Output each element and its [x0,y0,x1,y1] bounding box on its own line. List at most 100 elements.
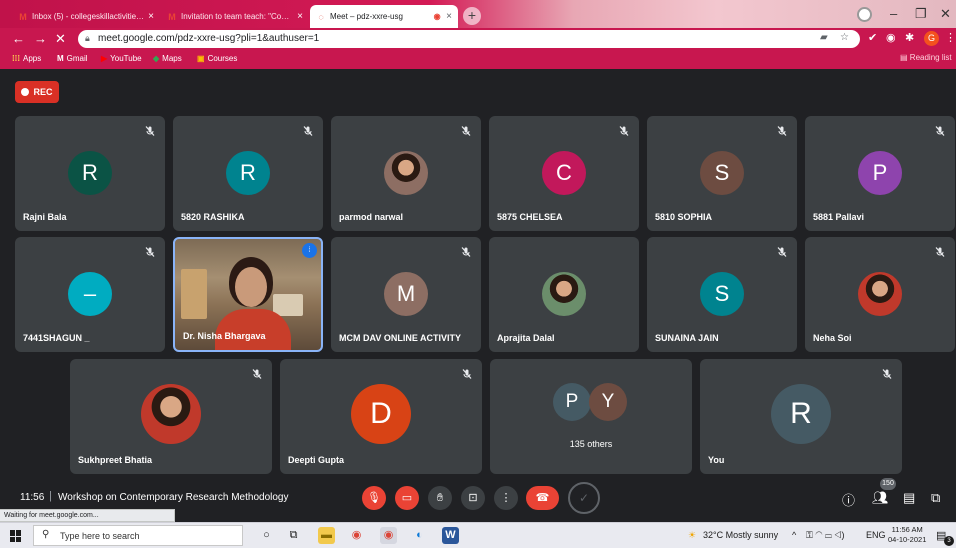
bookmark-youtube[interactable]: ▶ YouTube [101,54,142,63]
language-indicator[interactable]: ENG [866,530,886,540]
reading-list[interactable]: ▤ Reading list [900,53,952,62]
participant-tile[interactable]: – 7441SHAGUN _ [15,237,165,352]
people-icon[interactable]: 👥︎ [872,490,889,506]
taskbar-clock[interactable]: 11:56 AM 04-10-2021 [888,525,926,545]
participant-avatar: C [542,151,586,195]
extension-button[interactable]: ✓ [568,482,600,514]
bookmark-apps[interactable]: ⁞⁞⁞ Apps [12,54,41,63]
hand-icon: ✋︎ [436,492,444,504]
word-icon[interactable]: W [442,527,459,544]
mic-muted-icon [776,124,788,136]
camera-toggle-button[interactable]: ▭ [395,486,419,510]
participant-name: 5881 Pallavi [813,212,865,222]
participant-name: MCM DAV ONLINE ACTIVITY [339,333,461,343]
back-icon[interactable]: ← [12,31,25,47]
participant-tile[interactable]: parmod narwal [331,116,481,231]
edge-icon[interactable]: ◐ [411,527,428,544]
mic-off-icon: 🎙︎ [367,492,381,504]
tab-search-icon[interactable] [857,7,872,22]
recording-indicator[interactable]: REC [15,81,59,103]
bookmark-label: Gmail [66,54,88,63]
activities-icon[interactable]: ⧉ [931,490,940,506]
meeting-title[interactable]: Workshop on Contemporary Research Method… [58,492,289,503]
menu-icon[interactable]: ⋮ [945,31,956,44]
mic-muted-icon [251,367,263,379]
more-vert-icon: ⋮ [500,492,512,504]
close-tab-icon[interactable]: × [446,11,452,22]
participant-tile[interactable]: P 5881 Pallavi [805,116,955,231]
present-screen-button[interactable]: ⊡ [461,486,485,510]
task-view-icon[interactable]: ⧉ [285,527,302,544]
mic-muted-icon [144,245,156,257]
participant-tile[interactable]: S 5810 SOPHIA [647,116,797,231]
extension-icon[interactable]: ✔ [868,31,877,44]
bookmark-label: Maps [162,54,182,63]
lock-icon[interactable]: 🔒︎ [85,33,90,44]
microphone-toggle-button[interactable]: 🎙︎ [362,486,386,510]
participant-tile[interactable]: Sukhpreet Bhatia [70,359,272,474]
mic-muted-icon [934,245,946,257]
taskbar-search-box[interactable]: ⚲ Type here to search [33,525,243,546]
tab-inbox[interactable]: M Inbox (5) - collegeskillactivities@...… [12,5,160,28]
tab-invitation[interactable]: M Invitation to team teach: "Conte... × [161,5,309,28]
participant-avatar: R [226,151,270,195]
participant-tile[interactable]: R Rajni Bala [15,116,165,231]
reading-list-label: Reading list [909,53,952,62]
new-tab-button[interactable]: + [463,7,481,25]
minimize-icon[interactable]: – [890,6,897,21]
show-hidden-icons[interactable]: ^ [792,530,796,540]
others-tile[interactable]: P Y 135 others [490,359,692,474]
address-bar[interactable]: 🔒︎ meet.google.com/pdz-xxre-usg?pli=1&au… [78,30,860,48]
bookmark-label: YouTube [110,54,142,63]
chat-icon[interactable]: ▤ [903,490,915,506]
chrome-icon[interactable]: ◉ [348,527,365,544]
more-options-button[interactable]: ⋮ [494,486,518,510]
participant-tile[interactable]: Aprajita Dalal [489,237,639,352]
close-window-icon[interactable]: ✕ [940,6,951,22]
participant-name: 5875 CHELSEA [497,212,563,222]
other-participant-avatar: P [553,383,591,421]
participant-tile[interactable]: R You [700,359,902,474]
participant-avatar: S [700,272,744,316]
participant-name: Aprajita Dalal [497,333,555,343]
maximize-icon[interactable]: ❐ [915,6,927,22]
participant-photo [141,384,201,444]
tab-meet[interactable]: ◌ Meet – pdz-xxre-usg ◉ × [310,5,458,28]
bookmark-label: Apps [23,54,42,63]
camera-permission-icon[interactable]: ▰ [820,32,828,43]
weather-text[interactable]: 32°C Mostly sunny [703,530,778,540]
bookmark-gmail[interactable]: M Gmail [57,54,88,63]
participant-tile[interactable]: ⁞ Dr. Nisha Bhargava [173,237,323,352]
participant-tile[interactable]: S SUNAINA JAIN [647,237,797,352]
tray-icons[interactable]: ⚿ ◠ ▭ ◁) [806,530,845,541]
cortana-icon[interactable]: ○ [258,527,275,544]
extension-icon[interactable]: ◉ [886,31,896,44]
close-tab-icon[interactable]: × [148,11,154,22]
url-text[interactable]: meet.google.com/pdz-xxre-usg?pli=1&authu… [98,33,319,44]
participant-avatar: D [351,384,411,444]
participant-tile[interactable]: Neha Soi [805,237,955,352]
forward-icon[interactable]: → [34,31,47,47]
close-tab-icon[interactable]: × [297,11,303,22]
apps-grid-icon: ⁞⁞⁞ [12,54,20,63]
leave-call-button[interactable]: ☎︎ [526,486,559,510]
raise-hand-button[interactable]: ✋︎ [428,486,452,510]
file-explorer-icon[interactable]: ▬ [318,527,335,544]
participant-tile[interactable]: C 5875 CHELSEA [489,116,639,231]
participant-tile[interactable]: M MCM DAV ONLINE ACTIVITY [331,237,481,352]
meeting-clock: 11:56 [20,492,45,503]
bookmark-maps[interactable]: ◆ Maps [153,54,182,63]
meeting-details-icon[interactable]: ⓘ [842,490,855,509]
extensions-puzzle-icon[interactable]: ✱ [905,31,914,44]
bookmark-star-icon[interactable]: ☆ [840,32,849,43]
bookmark-courses[interactable]: ▣ Courses [197,54,237,63]
windows-start-icon[interactable] [10,530,22,542]
participant-tile[interactable]: R 5820 RASHIKA [173,116,323,231]
chrome-active-icon[interactable]: ◉ [380,527,397,544]
speaking-indicator-icon: ⁞ [302,243,317,258]
stop-loading-icon[interactable]: ✕ [55,31,66,47]
browser-toolbar: ← → ✕ 🔒︎ meet.google.com/pdz-xxre-usg?pl… [0,28,956,50]
participant-tile[interactable]: D Deepti Gupta [280,359,482,474]
profile-avatar[interactable]: G [924,31,939,46]
participant-name: Neha Soi [813,333,852,343]
